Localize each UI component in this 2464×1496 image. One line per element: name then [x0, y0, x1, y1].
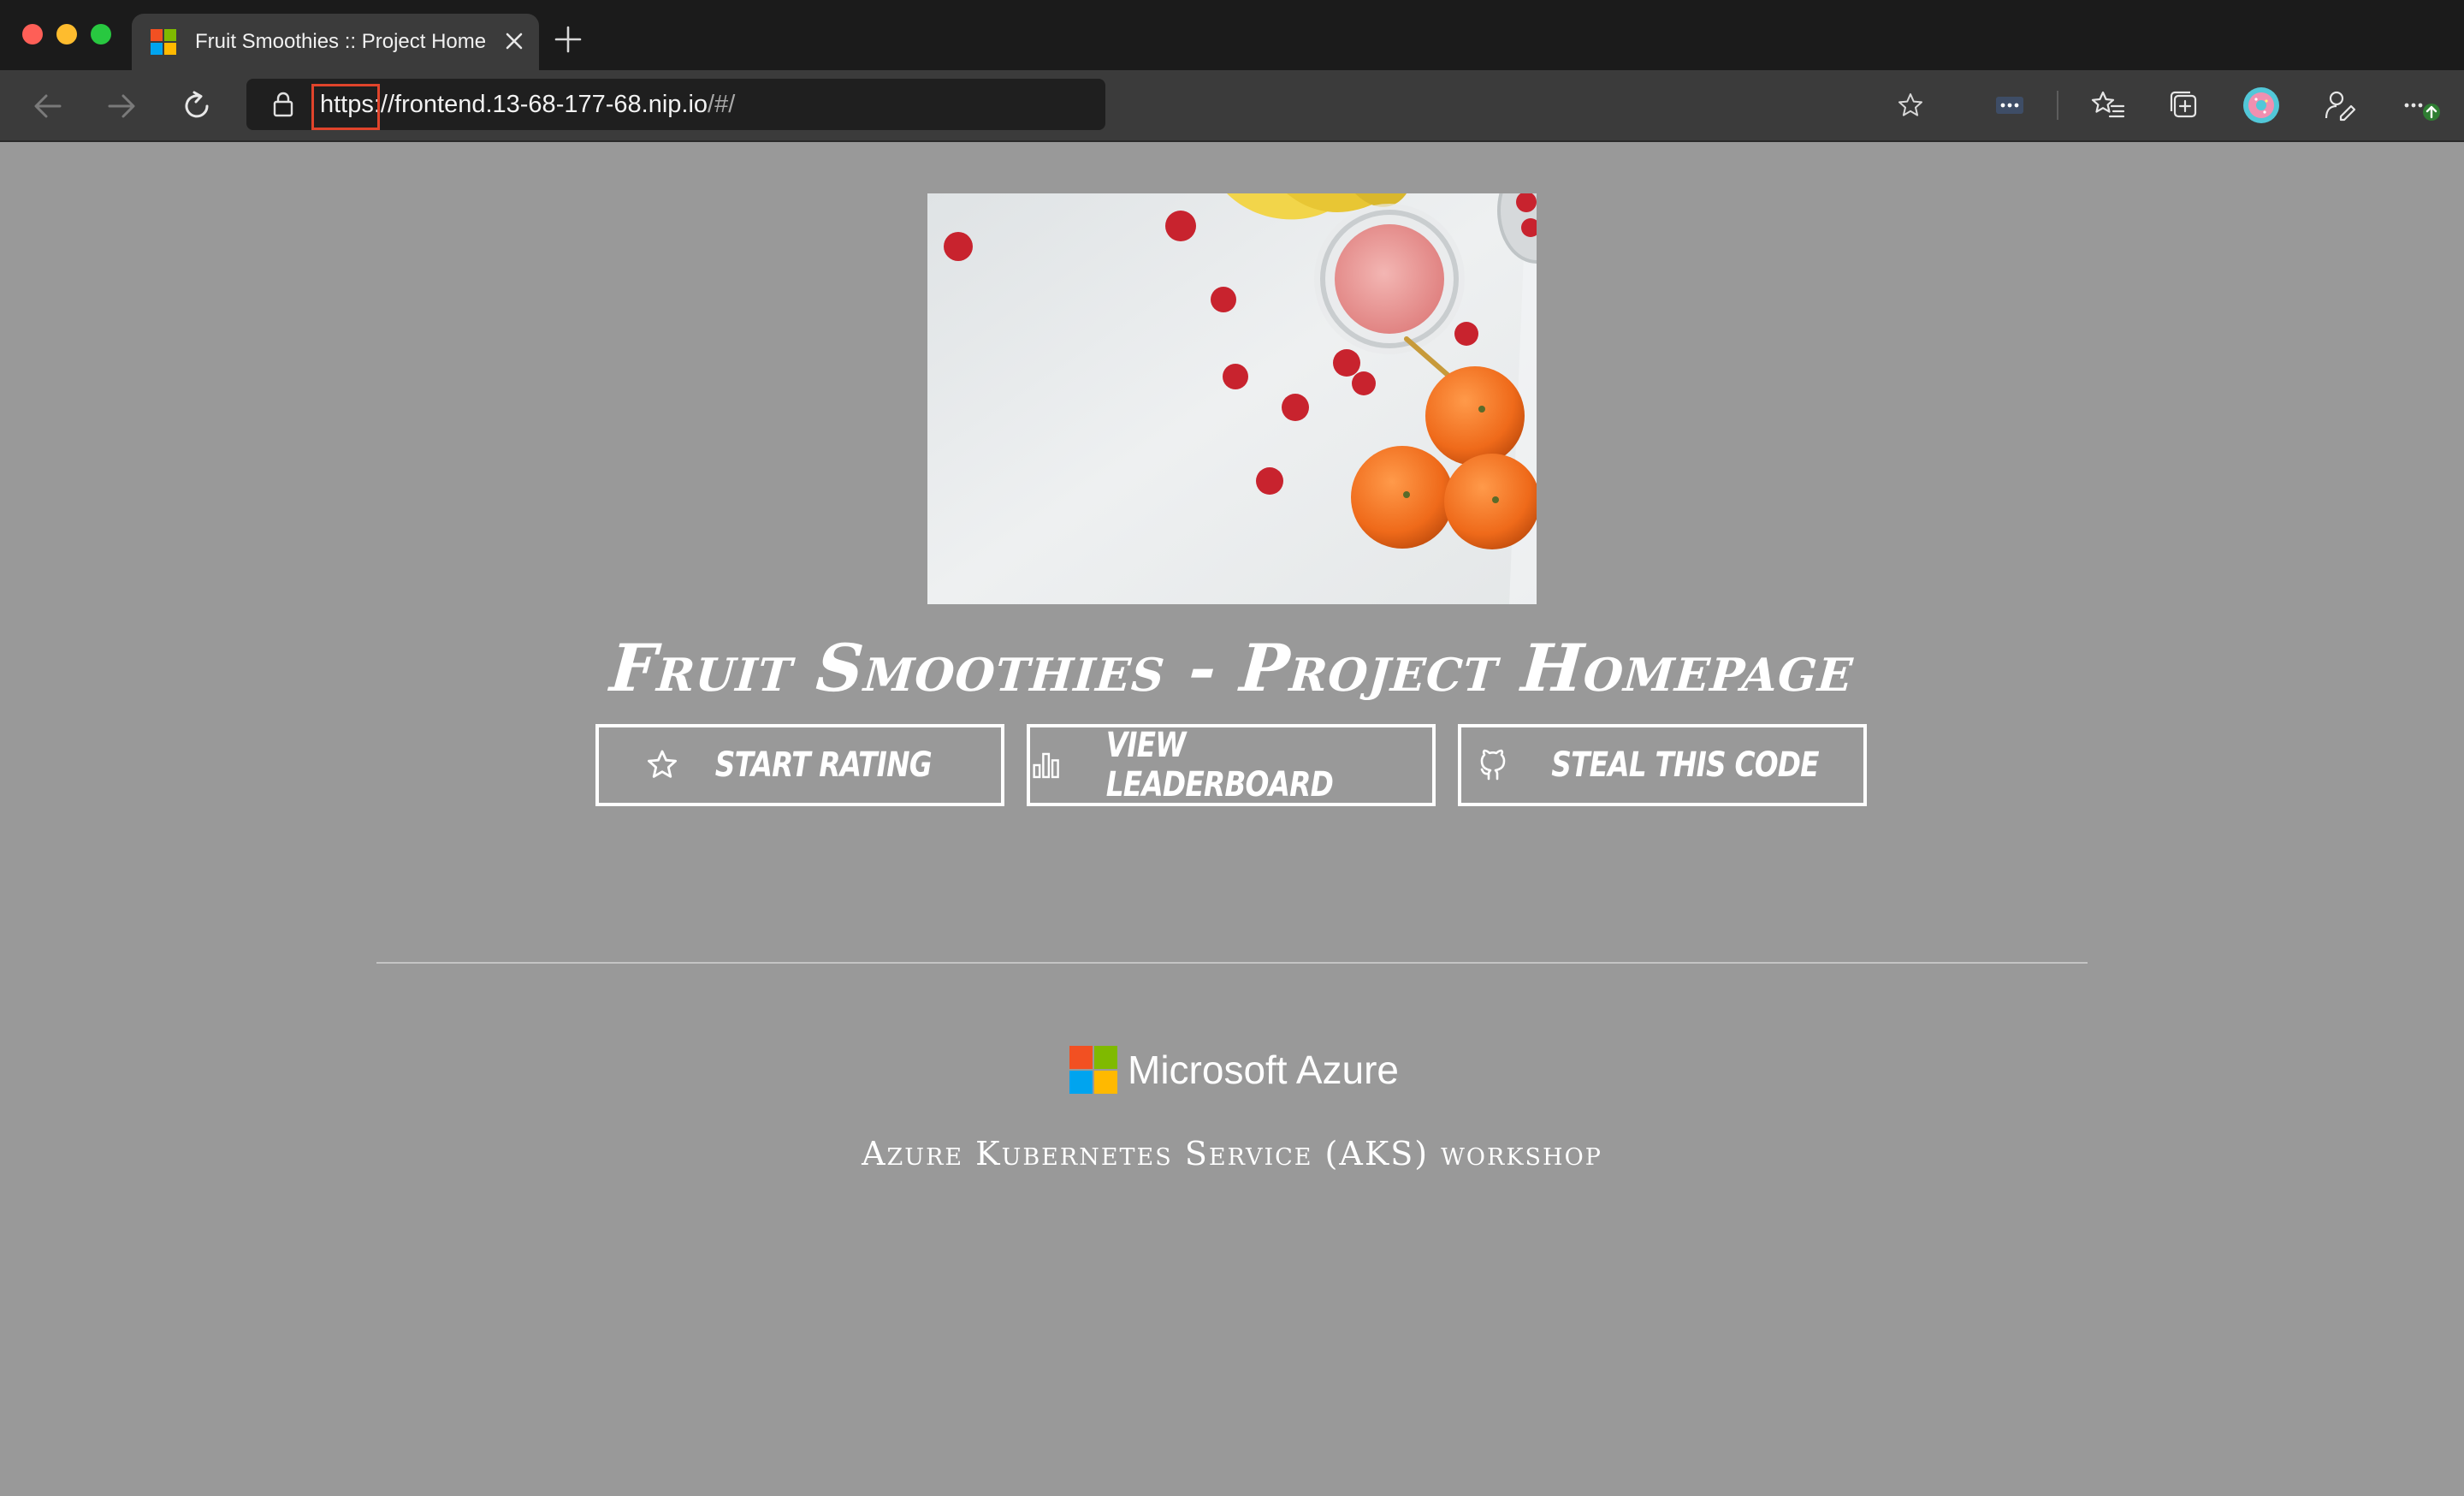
steal-this-code-label: Steal This Code: [1551, 745, 1820, 785]
start-rating-button[interactable]: Start Rating: [595, 724, 1004, 806]
github-icon: [1481, 749, 1506, 781]
close-window-button[interactable]: [22, 24, 43, 45]
tab-title: Fruit Smoothies :: Project Homepage: [195, 30, 486, 53]
extension-icon[interactable]: [1990, 86, 2029, 125]
divider: [376, 962, 2088, 964]
workshop-subtitle: Azure Kubernetes Service (AKS) workshop: [862, 1135, 1602, 1172]
url-text[interactable]: https://frontend.13-68-177-68.nip.io/#/: [320, 91, 735, 118]
star-icon[interactable]: [1896, 91, 1925, 120]
feedback-icon[interactable]: [2320, 86, 2360, 125]
view-leaderboard-button[interactable]: View Leaderboard: [1027, 724, 1436, 806]
microsoft-logo-icon: [151, 29, 176, 55]
arrow-left-icon[interactable]: [29, 87, 67, 125]
url-host: ://frontend.13-68-177-68.nip.io: [373, 91, 708, 118]
browser-tab[interactable]: Fruit Smoothies :: Project Homepage: [132, 14, 539, 70]
lock-icon[interactable]: [270, 91, 296, 118]
azure-brand-text: Microsoft Azure: [1128, 1048, 1399, 1092]
bar-chart-icon: [1033, 752, 1059, 779]
view-leaderboard-label: View Leaderboard: [1105, 726, 1334, 804]
avatar-icon[interactable]: [2242, 86, 2281, 125]
favorites-icon[interactable]: [2089, 86, 2129, 125]
microsoft-logo-icon: [1069, 1046, 1117, 1094]
smoothie-hero-image: [927, 193, 1537, 604]
toolbar-separator: [2057, 91, 2058, 120]
url-protocol: https: [320, 91, 374, 118]
maximize-window-button[interactable]: [91, 24, 111, 45]
minimize-window-button[interactable]: [56, 24, 77, 45]
address-bar[interactable]: https://frontend.13-68-177-68.nip.io/#/: [246, 79, 1922, 130]
collections-icon[interactable]: [2165, 86, 2204, 125]
start-rating-label: Start Rating: [714, 745, 932, 785]
new-tab-icon[interactable]: [553, 24, 583, 55]
steal-this-code-button[interactable]: Steal This Code: [1458, 724, 1867, 806]
reload-icon[interactable]: [178, 87, 216, 125]
tab-strip: Fruit Smoothies :: Project Homepage: [0, 0, 2464, 70]
page-title: Fruit Smoothies - Project Homepage: [607, 630, 1857, 706]
close-icon[interactable]: [500, 27, 529, 56]
browser-toolbar: https://frontend.13-68-177-68.nip.io/#/: [0, 70, 2464, 142]
star-icon: [647, 750, 677, 778]
url-path: /#/: [708, 91, 736, 118]
ellipsis-icon[interactable]: [2397, 86, 2450, 125]
arrow-right-icon[interactable]: [103, 87, 140, 125]
